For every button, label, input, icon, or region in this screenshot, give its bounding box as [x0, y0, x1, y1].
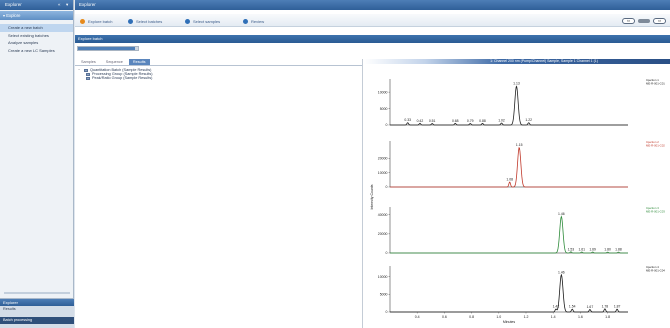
peak-label: 1.46	[558, 270, 565, 274]
tree-row-label: Peak/Ratio Group (Sample Results)	[92, 76, 153, 81]
breadcrumb-step-4[interactable]: Review	[243, 18, 264, 25]
peak-label: 0.68	[452, 119, 459, 123]
panel-title-bar: Explore batch	[75, 35, 670, 43]
chromatogram-pane: 1: Channel 200 nm (Pump/Channel) Sample,…	[364, 59, 670, 328]
chromatogram-trace-1	[390, 85, 628, 126]
peak-label: 1.61	[578, 248, 585, 252]
x-tick-label: 1.6	[578, 315, 583, 319]
y-axis-label: Intensity Counts	[370, 184, 374, 209]
step-active-icon	[80, 18, 85, 24]
step-icon	[243, 18, 248, 24]
peak-label: 0.51	[429, 119, 436, 123]
main-header: Explorer	[75, 0, 670, 10]
workflow-breadcrumb: Explore batch Select batches Select samp…	[75, 14, 670, 27]
nav-item-select-batches[interactable]: Select existing batches	[0, 32, 73, 40]
results-tree-pane: Samples Sequence Results − Quantitation …	[75, 59, 363, 328]
nav-bottom-item-results[interactable]: Results	[0, 306, 74, 313]
y-tick-label: 10000	[378, 275, 388, 279]
step-slider[interactable]	[638, 18, 650, 23]
group-icon	[86, 72, 90, 76]
trace-info-label: ME-R-001-C01	[646, 82, 665, 86]
nav-splitter[interactable]	[4, 292, 70, 294]
nav-bottom-item-batch[interactable]: Batch processing	[0, 317, 74, 324]
x-tick-label: 0.6	[442, 315, 447, 319]
nav-subheader[interactable]: ▾ Explore	[0, 11, 73, 20]
tab-samples[interactable]: Samples	[77, 59, 100, 65]
peak-label: 1.42	[553, 305, 560, 309]
y-tick-label: 0	[386, 185, 388, 189]
tab-results[interactable]: Results	[128, 59, 150, 65]
peak-label: 1.54	[569, 305, 576, 309]
nav-item-create-batch[interactable]: Create a new batch	[0, 24, 73, 32]
step-icon	[128, 18, 133, 24]
x-tick-label: 1.4	[551, 315, 556, 319]
peak-label: 1.80	[604, 248, 611, 252]
peak-label: 1.67	[587, 305, 594, 309]
peak-label: 0.79	[467, 119, 474, 123]
group-icon	[86, 77, 90, 80]
breadcrumb-step-2[interactable]: Select batches	[128, 18, 162, 25]
peak-label: 1.08	[506, 177, 513, 181]
wizard-nav-controls: ⇦ ⇨	[622, 17, 666, 24]
peak-label: 1.69	[589, 248, 596, 252]
nav-item-analyze-samples[interactable]: Analyze samples	[0, 39, 73, 47]
navigation-pane: Explorer « ▾ ▾ Explore Create a new batc…	[0, 0, 74, 328]
tree-row[interactable]: Peak/Ratio Group (Sample Results)	[78, 76, 362, 80]
peak-label: 1.02	[498, 119, 505, 123]
progress-fill	[78, 47, 135, 50]
peak-label: 1.87	[614, 305, 621, 309]
peak-label: 1.78	[602, 304, 609, 308]
nav-bottom-header[interactable]: Explorer	[0, 299, 74, 306]
y-tick-label: 10000	[378, 171, 388, 175]
peak-label: 0.88	[479, 119, 486, 123]
x-tick-label: 1.0	[496, 315, 501, 319]
breadcrumb-step-3[interactable]: Select samples	[185, 18, 220, 25]
trace-info-label: ME-R-001-C02	[646, 144, 665, 148]
x-axis-label: Minutes	[503, 320, 516, 324]
nav-header: Explorer « ▾	[0, 0, 73, 10]
y-tick-label: 0	[386, 123, 388, 127]
nav-list: Create a new batch Select existing batch…	[0, 20, 73, 54]
x-tick-label: 0.8	[469, 315, 474, 319]
peak-label: 0.33	[404, 118, 411, 122]
y-tick-label: 20000	[378, 232, 388, 236]
progress-bar	[77, 46, 139, 51]
trace-info-label: ME-R-001-C04	[646, 269, 665, 273]
tree-tabs: Samples Sequence Results	[75, 59, 362, 66]
prev-button[interactable]: ⇦	[622, 17, 635, 24]
nav-title: Explorer	[5, 2, 22, 7]
peak-label: 1.15	[516, 143, 523, 147]
x-tick-label: 0.4	[415, 315, 420, 319]
y-tick-label: 5000	[380, 293, 388, 297]
breadcrumb-step-1[interactable]: Explore batch	[80, 18, 112, 25]
next-button[interactable]: ⇨	[653, 17, 666, 24]
main-area: Explorer Explore batch Select batches Se…	[75, 0, 670, 328]
peak-label: 1.22	[525, 118, 532, 122]
nav-bottom-panel: Explorer Results Batch processing	[0, 298, 74, 328]
peak-label: 1.88	[615, 248, 622, 252]
x-tick-label: 1.8	[605, 315, 610, 319]
step-icon	[185, 18, 190, 24]
y-tick-label: 20000	[378, 156, 388, 160]
trace-info-label: ME-R-001-C03	[646, 210, 665, 214]
tree-list: − Quantitation Batch (Sample Results) Pr…	[75, 66, 362, 81]
y-tick-label: 40000	[378, 213, 388, 217]
pin-icon[interactable]: ▾	[66, 0, 68, 10]
chromatogram-chart[interactable]: 10000 5000 0 1.13 0.33 0.42 0.51 0.68 0.79 0.88 1.…	[364, 59, 670, 328]
x-tick-label: 1.2	[524, 315, 529, 319]
peak-label: 1.13	[513, 82, 520, 86]
batch-icon	[84, 68, 88, 72]
tab-sequence[interactable]: Sequence	[102, 59, 127, 65]
collapse-icon[interactable]: «	[58, 0, 61, 10]
y-tick-label: 0	[386, 251, 388, 255]
peak-label: 1.53	[568, 247, 575, 251]
nav-item-create-lc-samples[interactable]: Create a new LC Samples	[0, 47, 73, 55]
peak-label: 1.46	[558, 212, 565, 216]
peak-label: 0.42	[417, 119, 424, 123]
y-tick-label: 5000	[380, 107, 388, 111]
y-tick-label: 0	[386, 310, 388, 314]
y-tick-label: 10000	[378, 90, 388, 94]
